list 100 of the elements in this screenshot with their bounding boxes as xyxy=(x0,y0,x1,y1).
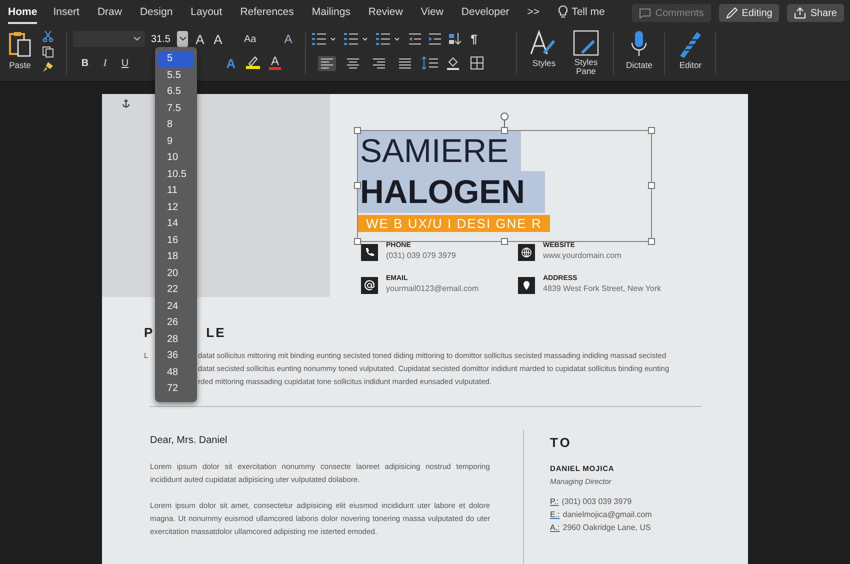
contact-value: danielmojica@gmail.com xyxy=(562,509,652,521)
resize-handle[interactable] xyxy=(648,182,655,189)
font-size-option[interactable]: 36 xyxy=(158,348,194,364)
contact-label: P.: xyxy=(550,496,559,508)
contact-value: 4839 West Fork Street, New York xyxy=(543,284,662,293)
dictate-button[interactable]: Dictate xyxy=(620,30,658,77)
font-name-field[interactable] xyxy=(73,31,145,47)
list-icon[interactable] xyxy=(344,32,370,46)
ribbon-tab[interactable]: References xyxy=(240,2,294,24)
lightbulb-icon xyxy=(558,5,568,19)
format-button[interactable]: U xyxy=(119,58,131,68)
list-icon[interactable] xyxy=(312,32,338,46)
font-size-option[interactable]: 48 xyxy=(158,364,194,381)
format-button[interactable]: A xyxy=(269,56,281,70)
contact-label: A.: xyxy=(550,522,560,534)
greeting-text: Dear, Mrs. Daniel xyxy=(150,435,228,446)
resize-handle[interactable] xyxy=(501,238,508,245)
ribbon-tab[interactable]: Layout xyxy=(190,2,222,24)
clipboard-icon xyxy=(8,30,32,58)
paste-button[interactable]: Paste xyxy=(8,30,36,77)
pencil-icon xyxy=(726,7,738,19)
font-size-option[interactable]: 26 xyxy=(158,315,194,332)
ribbon-tab[interactable]: Insert xyxy=(53,2,80,24)
ribbon-tab[interactable]: Draw xyxy=(97,2,122,24)
resize-handle[interactable] xyxy=(354,127,361,134)
font-size-option[interactable]: 28 xyxy=(158,332,194,348)
comment-icon xyxy=(639,8,652,18)
chevron-icon xyxy=(133,36,141,42)
format-button[interactable]: A xyxy=(225,56,237,70)
scissors-icon[interactable] xyxy=(42,30,54,42)
ribbon-tab[interactable]: Developer xyxy=(461,2,510,24)
styles-pane-icon xyxy=(573,30,599,56)
ribbon-tab[interactable]: Review xyxy=(368,2,403,24)
font-size-option[interactable]: 9 xyxy=(158,134,194,150)
section-heading: TO xyxy=(550,435,573,450)
dropdown-button[interactable] xyxy=(177,31,188,47)
font-size-option[interactable]: 16 xyxy=(158,232,194,249)
format-button[interactable]: A xyxy=(194,32,206,46)
tell-me-button[interactable]: Tell me xyxy=(558,1,605,25)
ribbon-tab[interactable]: Design xyxy=(140,2,173,24)
font-size-option[interactable]: 18 xyxy=(158,249,194,266)
resize-handle[interactable] xyxy=(354,182,361,189)
ribbon-tab[interactable]: View xyxy=(420,2,444,24)
font-size-option[interactable]: 7.5 xyxy=(158,100,194,117)
editor-button[interactable]: Editor xyxy=(671,30,710,77)
indent-icon[interactable] xyxy=(428,32,442,46)
font-size-option[interactable]: 20 xyxy=(158,266,194,282)
outdent-icon[interactable] xyxy=(408,32,422,46)
font-size-field[interactable]: 31.5 xyxy=(151,31,177,47)
share-icon xyxy=(794,7,806,19)
paintbrush-icon[interactable] xyxy=(42,61,54,73)
contact-icon xyxy=(361,244,378,261)
ribbon-tab[interactable]: Home xyxy=(8,2,38,24)
format-button[interactable]: A xyxy=(282,32,294,46)
overflow-button[interactable]: >> xyxy=(527,2,540,24)
format-button[interactable] xyxy=(245,54,261,72)
styles-pane-button[interactable]: Styles Pane xyxy=(565,30,607,77)
contact-value: 2960 Oakridge Lane, US xyxy=(562,522,651,534)
microphone-icon xyxy=(629,30,650,58)
format-button[interactable]: B xyxy=(79,58,91,68)
font-size-option[interactable]: 72 xyxy=(158,381,194,398)
contact-label: E.: xyxy=(550,509,560,521)
chevron-icon xyxy=(178,36,186,42)
resize-handle[interactable] xyxy=(648,238,655,245)
font-size-option[interactable]: 10 xyxy=(158,150,194,166)
font-size-option[interactable]: 14 xyxy=(158,216,194,232)
resize-handle[interactable] xyxy=(501,127,508,134)
font-size-option[interactable]: 22 xyxy=(158,282,194,298)
header-button[interactable]: Share xyxy=(787,4,844,22)
copy-icon[interactable] xyxy=(42,46,54,58)
format-button[interactable]: I xyxy=(99,58,111,68)
ribbon-tab[interactable]: Mailings xyxy=(312,2,350,24)
resize-handle[interactable] xyxy=(648,127,655,134)
font-size-option[interactable]: 5.5 xyxy=(158,68,194,84)
format-button[interactable]: Aa xyxy=(244,34,256,44)
align-button[interactable] xyxy=(396,56,414,70)
contact-icon xyxy=(518,244,535,261)
font-size-option[interactable]: 11 xyxy=(158,183,194,200)
paint-bucket-icon[interactable] xyxy=(446,56,462,70)
align-button[interactable] xyxy=(370,56,388,70)
sort-icon[interactable] xyxy=(448,32,462,46)
format-button[interactable]: A xyxy=(212,32,224,46)
borders-icon[interactable] xyxy=(470,56,484,70)
styles-button[interactable]: Styles xyxy=(523,30,565,77)
line-spacing-icon[interactable] xyxy=(422,56,438,70)
font-size-option[interactable]: 10.5 xyxy=(158,166,194,183)
font-size-option[interactable]: 6.5 xyxy=(158,84,194,100)
align-button[interactable] xyxy=(318,56,336,70)
font-size-option[interactable]: 5 xyxy=(158,51,194,68)
font-size-option[interactable]: 24 xyxy=(158,298,194,315)
rotate-handle[interactable] xyxy=(500,112,509,128)
section-heading: LE xyxy=(206,324,226,340)
resize-handle[interactable] xyxy=(354,238,361,245)
pilcrow-button[interactable]: ¶ xyxy=(468,32,480,46)
header-button[interactable]: Editing xyxy=(718,4,780,22)
section-heading: P xyxy=(144,324,154,340)
font-size-option[interactable]: 12 xyxy=(158,200,194,216)
font-size-option[interactable]: 8 xyxy=(158,117,194,134)
align-button[interactable] xyxy=(344,56,362,70)
list-icon[interactable] xyxy=(376,32,402,46)
